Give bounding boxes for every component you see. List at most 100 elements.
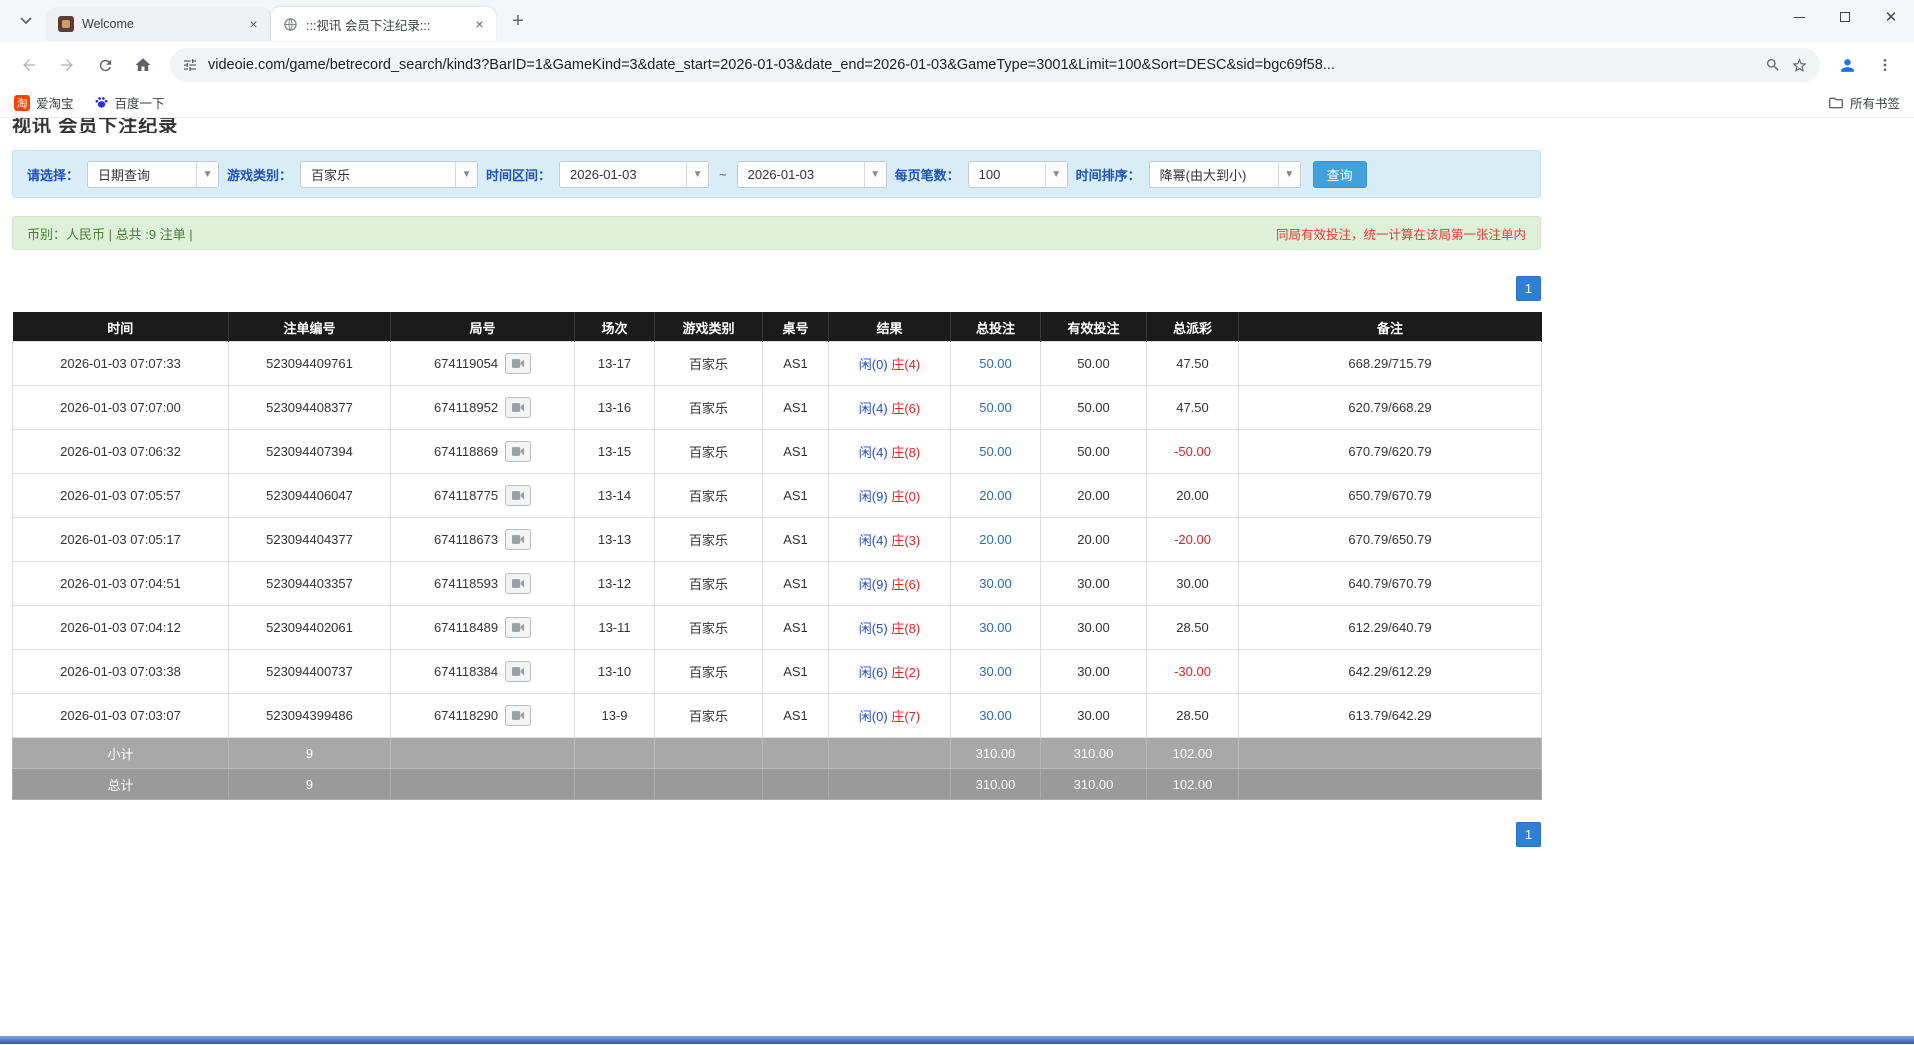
cell-game-type: 百家乐 <box>655 518 763 562</box>
total-bet-link[interactable]: 30.00 <box>979 576 1012 591</box>
total-bet-link[interactable]: 50.00 <box>979 444 1012 459</box>
result-player: 闲(9) <box>859 577 888 592</box>
minimize-button[interactable] <box>1776 0 1822 34</box>
cell-round-id: 674118489 <box>391 606 575 650</box>
table-row: 2026-01-03 07:06:32523094407394674118869… <box>13 430 1542 474</box>
round-id: 674118593 <box>434 576 498 591</box>
video-replay-button[interactable] <box>505 441 531 462</box>
valid-bet-notice: 同局有效投注，统一计算在该局第一张注单内 <box>1276 224 1526 243</box>
browser-toolbar: videoie.com/game/betrecord_search/kind3?… <box>0 42 1914 88</box>
home-button[interactable] <box>126 48 160 82</box>
search-button[interactable]: 查询 <box>1313 161 1367 188</box>
footer-total-bet: 310.00 <box>951 769 1041 800</box>
cell-table-no: AS1 <box>763 518 829 562</box>
reload-button[interactable] <box>88 48 122 82</box>
total-bet-link[interactable]: 50.00 <box>979 356 1012 371</box>
cell-game-type: 百家乐 <box>655 650 763 694</box>
column-header: 结果 <box>829 313 951 342</box>
cell-session: 13-13 <box>575 518 655 562</box>
cell-valid-bet: 30.00 <box>1041 562 1147 606</box>
result-player: 闲(5) <box>859 621 888 636</box>
cell-payout: 20.00 <box>1147 474 1239 518</box>
round-id: 674118775 <box>434 488 498 503</box>
cell-note: 668.29/715.79 <box>1239 342 1542 386</box>
cell-time: 2026-01-03 07:06:32 <box>13 430 229 474</box>
cell-table-no: AS1 <box>763 562 829 606</box>
cell-round-id: 674118952 <box>391 386 575 430</box>
page-1-button[interactable]: 1 <box>1516 276 1541 301</box>
close-button[interactable]: ✕ <box>1868 0 1914 34</box>
cell-payout: 28.50 <box>1147 694 1239 738</box>
cell-total-bet: 30.00 <box>951 694 1041 738</box>
game-type-select[interactable]: 百家乐 ▼ <box>300 161 478 188</box>
subtotal-row: 小计9310.00310.00102.00 <box>13 738 1542 769</box>
cell-round-id: 674118673 <box>391 518 575 562</box>
url-bar[interactable]: videoie.com/game/betrecord_search/kind3?… <box>170 48 1820 82</box>
cell-game-type: 百家乐 <box>655 386 763 430</box>
date-end-select[interactable]: 2026-01-03 ▼ <box>737 161 887 188</box>
site-info-icon[interactable] <box>182 57 198 73</box>
video-replay-button[interactable] <box>505 353 531 374</box>
cell-total-bet: 50.00 <box>951 430 1041 474</box>
cell-time: 2026-01-03 07:05:57 <box>13 474 229 518</box>
total-bet-link[interactable]: 50.00 <box>979 400 1012 415</box>
video-replay-button[interactable] <box>505 617 531 638</box>
new-tab-button[interactable]: + <box>504 7 532 35</box>
back-button[interactable] <box>12 48 46 82</box>
maximize-button[interactable] <box>1822 0 1868 34</box>
all-bookmarks[interactable]: 所有书签 <box>1828 93 1900 112</box>
bookmark-label: 爱淘宝 <box>36 93 74 112</box>
column-header: 注单编号 <box>229 313 391 342</box>
query-type-select[interactable]: 日期查询 ▼ <box>87 161 219 188</box>
result-banker: 庄(0) <box>891 489 920 504</box>
tab-bet-records[interactable]: :::视讯 会员下注纪录::: × <box>271 7 496 41</box>
table-row: 2026-01-03 07:03:38523094400737674118384… <box>13 650 1542 694</box>
cell-valid-bet: 30.00 <box>1041 650 1147 694</box>
cell-bet-id: 523094399486 <box>229 694 391 738</box>
tab-title: :::视讯 会员下注纪录::: <box>306 15 463 34</box>
profile-icon[interactable] <box>1830 48 1864 82</box>
result-banker: 庄(3) <box>891 533 920 548</box>
cell-result: 闲(4) 庄(8) <box>829 430 951 474</box>
table-body: 2026-01-03 07:07:33523094409761674119054… <box>13 342 1542 738</box>
forward-button[interactable] <box>50 48 84 82</box>
bookmark-taobao[interactable]: 淘 爱淘宝 <box>14 93 74 112</box>
video-replay-button[interactable] <box>505 661 531 682</box>
baidu-paw-icon <box>94 95 109 110</box>
video-replay-button[interactable] <box>505 573 531 594</box>
game-type-label: 游戏类别： <box>227 165 292 184</box>
tab-welcome[interactable]: Welcome × <box>46 7 271 41</box>
cell-result: 闲(6) 庄(2) <box>829 650 951 694</box>
page-1-button[interactable]: 1 <box>1516 822 1541 847</box>
total-bet-link[interactable]: 30.00 <box>979 664 1012 679</box>
zoom-icon[interactable] <box>1765 57 1781 73</box>
tab-close-icon[interactable]: × <box>245 16 262 33</box>
tab-close-icon[interactable]: × <box>471 16 488 33</box>
chevron-down-icon: ▼ <box>1278 162 1300 187</box>
folder-icon <box>1828 95 1844 111</box>
cell-round-id: 674119054 <box>391 342 575 386</box>
cell-time: 2026-01-03 07:03:38 <box>13 650 229 694</box>
total-bet-link[interactable]: 20.00 <box>979 488 1012 503</box>
date-start-select[interactable]: 2026-01-03 ▼ <box>559 161 709 188</box>
video-replay-button[interactable] <box>505 485 531 506</box>
bookmark-star-icon[interactable] <box>1791 57 1808 74</box>
sort-select[interactable]: 降幂(由大到小) ▼ <box>1149 161 1301 188</box>
page-size-select[interactable]: 100 ▼ <box>968 161 1068 188</box>
result-player: 闲(4) <box>859 533 888 548</box>
cell-time: 2026-01-03 07:07:33 <box>13 342 229 386</box>
result-banker: 庄(4) <box>891 357 920 372</box>
total-bet-link[interactable]: 30.00 <box>979 620 1012 635</box>
tab-search-button[interactable] <box>12 7 40 35</box>
total-bet-link[interactable]: 20.00 <box>979 532 1012 547</box>
video-replay-button[interactable] <box>505 397 531 418</box>
table-row: 2026-01-03 07:04:12523094402061674118489… <box>13 606 1542 650</box>
cell-payout: 28.50 <box>1147 606 1239 650</box>
total-bet-link[interactable]: 30.00 <box>979 708 1012 723</box>
round-id: 674118384 <box>434 664 498 679</box>
cell-payout: 47.50 <box>1147 386 1239 430</box>
bookmark-baidu[interactable]: 百度一下 <box>94 93 165 112</box>
video-replay-button[interactable] <box>505 705 531 726</box>
menu-kebab-icon[interactable] <box>1868 48 1902 82</box>
video-replay-button[interactable] <box>505 529 531 550</box>
